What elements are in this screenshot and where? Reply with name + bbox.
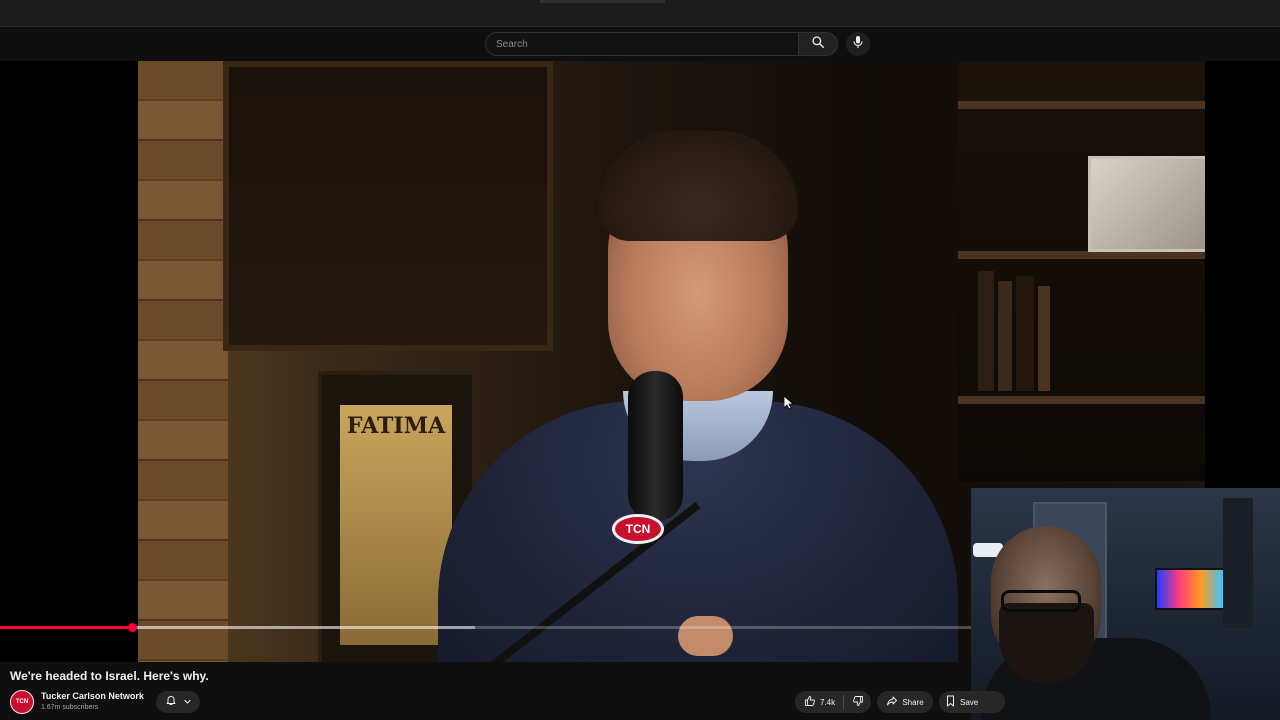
dislike-button[interactable]	[844, 695, 872, 709]
save-button[interactable]: Save	[939, 691, 1005, 713]
scene-hand	[678, 616, 733, 656]
subscribed-notifications-button[interactable]	[156, 691, 200, 713]
video-title: We're headed to Israel. Here's why.	[10, 669, 209, 683]
mouse-cursor-icon	[783, 395, 795, 415]
browser-top-strip	[0, 0, 1280, 27]
save-label: Save	[960, 697, 979, 707]
search-button[interactable]	[798, 32, 838, 56]
thumbs-up-icon	[804, 695, 816, 709]
video-info: We're headed to Israel. Here's why. TCN …	[0, 662, 1005, 720]
search-box[interactable]	[485, 32, 799, 56]
progress-bar[interactable]	[0, 623, 971, 632]
scene-host	[438, 121, 958, 662]
search-input[interactable]	[486, 33, 796, 55]
scene-wood-wall	[138, 61, 228, 662]
chevron-down-icon	[183, 693, 192, 711]
channel-avatar[interactable]: TCN	[10, 690, 34, 714]
mic-logo-badge: TCN	[612, 514, 664, 544]
share-icon	[886, 695, 898, 709]
search-icon	[811, 35, 825, 54]
poster-text: FATIMA	[346, 413, 446, 439]
scene-microphone	[628, 371, 683, 521]
share-button[interactable]: Share	[877, 691, 933, 713]
scene-photo-frame	[1088, 156, 1205, 252]
like-count: 7.4k	[820, 697, 836, 707]
bookmark-icon	[945, 695, 956, 709]
bell-icon	[165, 693, 177, 711]
progress-scrubber[interactable]	[128, 623, 138, 632]
progress-played	[0, 626, 133, 629]
channel-name[interactable]: Tucker Carlson Network	[41, 691, 144, 701]
scene-bookshelf	[958, 61, 1205, 481]
share-label: Share	[902, 697, 924, 707]
webcam-overlay	[971, 488, 1280, 720]
channel-subscriber-count: 1.67m subscribers	[41, 704, 99, 711]
browser-tab-indicator	[540, 0, 665, 3]
like-dislike-group: 7.4k	[795, 691, 871, 713]
masthead	[0, 27, 1280, 61]
mic-icon	[852, 35, 864, 54]
like-button[interactable]: 7.4k	[795, 695, 845, 709]
thumbs-down-icon	[852, 695, 864, 709]
voice-search-button[interactable]	[846, 32, 870, 56]
